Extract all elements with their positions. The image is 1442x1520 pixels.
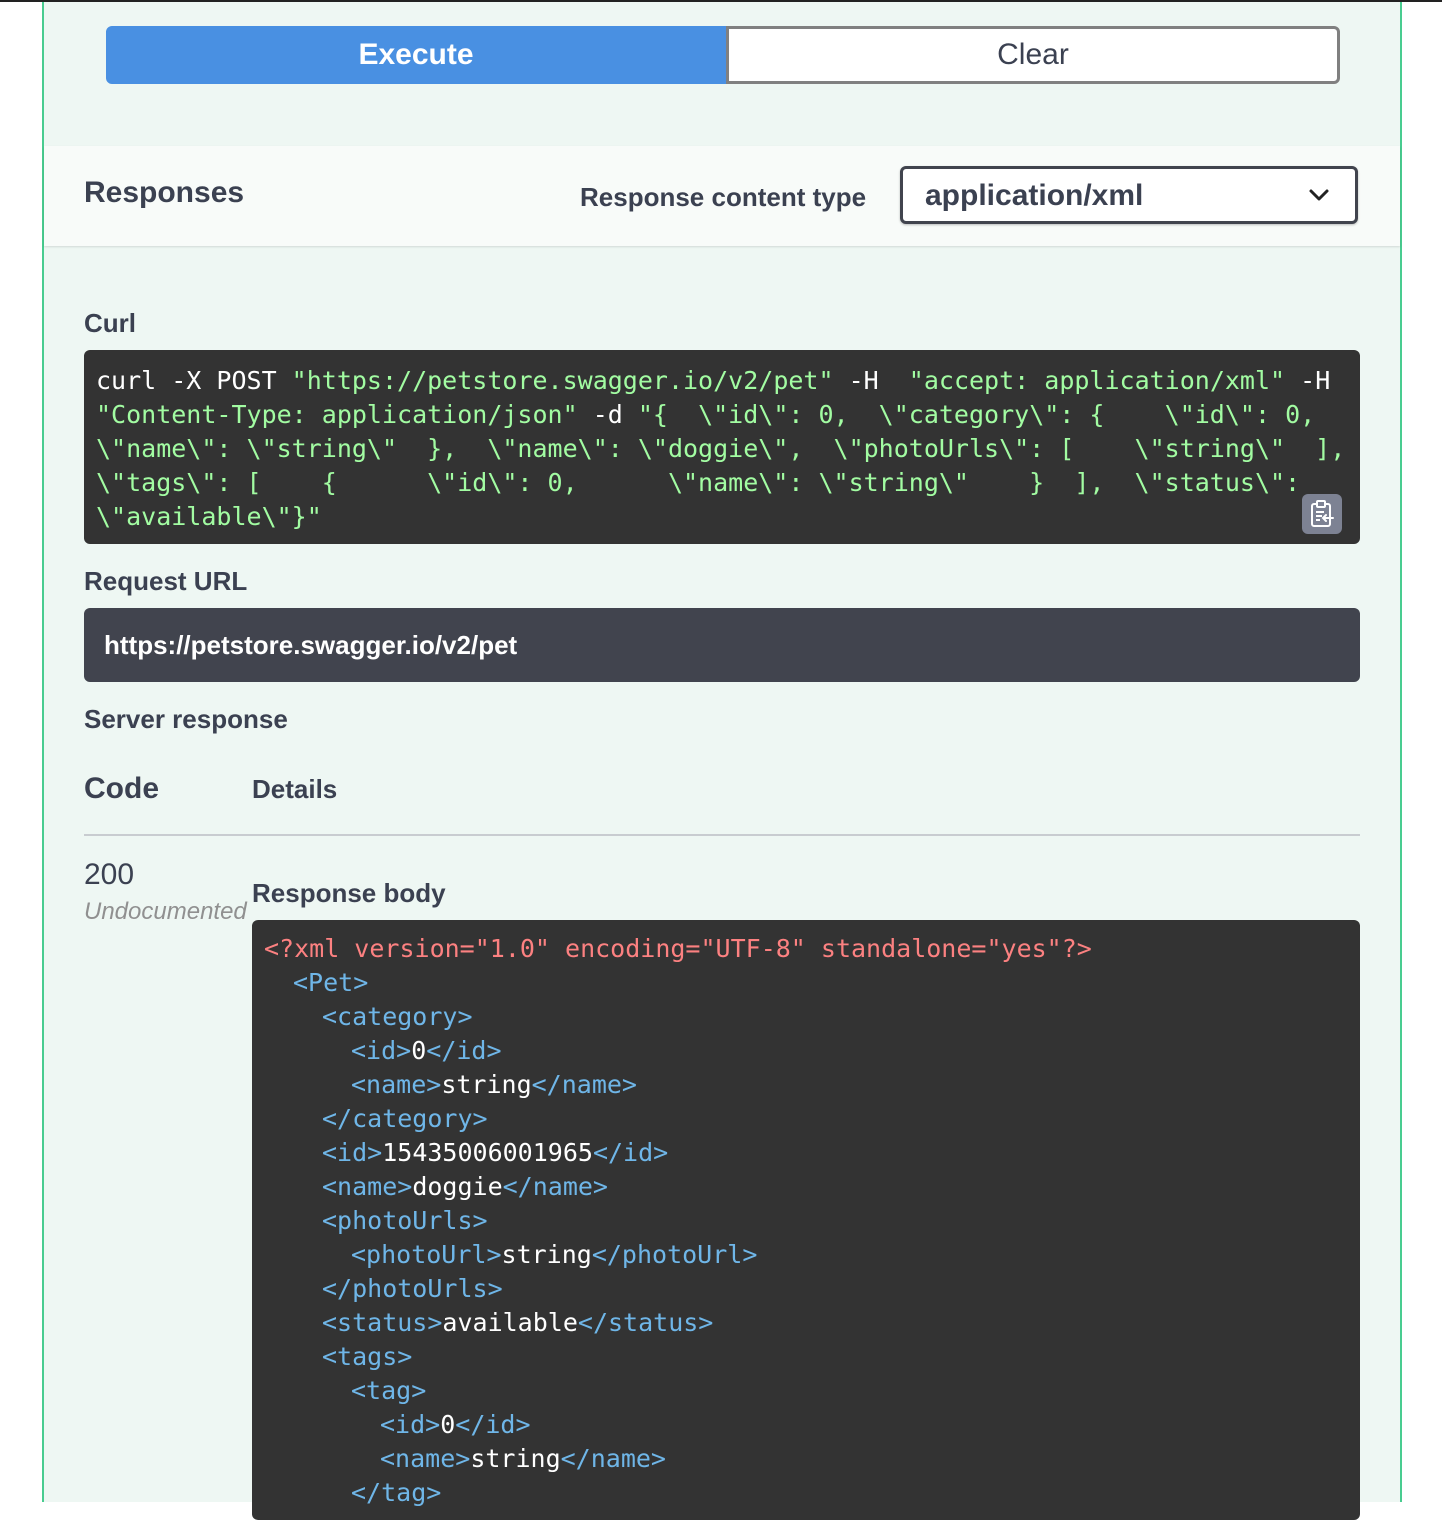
server-response-label: Server response bbox=[84, 704, 288, 734]
curl-token: \"name\": \"string\" }, \"name\": \"dogg… bbox=[96, 434, 1346, 463]
response-body-line: <name>string</name> bbox=[264, 1442, 1348, 1476]
xml-tag: </tag> bbox=[351, 1478, 442, 1507]
clipboard-copy-icon bbox=[1311, 500, 1334, 527]
xml-tag: <status> bbox=[322, 1308, 443, 1337]
response-body-line: </tag> bbox=[264, 1476, 1348, 1510]
xml-value: available bbox=[442, 1308, 578, 1337]
xml-tag: <photoUrl> bbox=[351, 1240, 502, 1269]
curl-token: "accept: application/xml" bbox=[893, 366, 1286, 395]
xml-tag: <id> bbox=[351, 1036, 412, 1065]
xml-value: 0 bbox=[440, 1410, 456, 1439]
execute-button[interactable]: Execute bbox=[106, 26, 726, 84]
response-body-line: <name>string</name> bbox=[264, 1068, 1348, 1102]
request-url-box[interactable]: https://petstore.swagger.io/v2/pet bbox=[84, 608, 1360, 682]
xml-tag: </name> bbox=[560, 1444, 666, 1473]
col-header-code: Code bbox=[84, 772, 159, 805]
xml-value: string bbox=[470, 1444, 561, 1473]
response-body-line: <id>15435006001965</id> bbox=[264, 1136, 1348, 1170]
response-content-type-label: Response content type bbox=[580, 182, 867, 212]
response-content-type-select[interactable]: application/xml bbox=[900, 166, 1358, 224]
xml-tag: </id> bbox=[426, 1036, 502, 1065]
curl-line: curl -X POST "https://petstore.swagger.i… bbox=[96, 364, 1348, 398]
execute-clear-group: Execute Clear bbox=[106, 26, 1340, 84]
xml-value: doggie bbox=[412, 1172, 503, 1201]
xml-tag: <Pet> bbox=[293, 968, 369, 997]
xml-tag: <id> bbox=[322, 1138, 383, 1167]
response-body-line: <photoUrls> bbox=[264, 1204, 1348, 1238]
curl-command: curl -X POST "https://petstore.swagger.i… bbox=[96, 364, 1348, 534]
operation-panel: Execute Clear Responses Response content… bbox=[42, 2, 1402, 1520]
curl-token: \"available\"}" bbox=[96, 502, 322, 531]
xml-tag: </id> bbox=[592, 1138, 669, 1167]
response-body-block[interactable]: <?xml version="1.0" encoding="UTF-8" sta… bbox=[252, 920, 1360, 1520]
xml-tag: </photoUrl> bbox=[591, 1240, 758, 1269]
responses-header: Responses Response content type applicat… bbox=[44, 146, 1400, 246]
curl-line: \"name\": \"string\" }, \"name\": \"dogg… bbox=[96, 432, 1348, 466]
clear-button[interactable]: Clear bbox=[726, 26, 1340, 84]
response-body-line: </photoUrls> bbox=[264, 1272, 1348, 1306]
chevron-down-icon bbox=[1309, 189, 1329, 201]
request-url-label: Request URL bbox=[84, 566, 248, 596]
xml-tag: <?xml version="1.0" encoding="UTF-8" sta… bbox=[264, 934, 1092, 963]
response-status-code: 200 bbox=[84, 858, 135, 891]
response-body-line: <photoUrl>string</photoUrl> bbox=[264, 1238, 1348, 1272]
xml-tag: <tag> bbox=[351, 1376, 427, 1405]
response-undocumented-note: Undocumented bbox=[84, 898, 247, 925]
curl-line: \"tags\": [ { \"id\": 0, \"name\": \"str… bbox=[96, 466, 1348, 500]
xml-tag: </name> bbox=[531, 1070, 637, 1099]
curl-token: "https://petstore.swagger.io/v2/pet" bbox=[291, 366, 834, 395]
col-header-details: Details bbox=[252, 774, 338, 804]
curl-token: "{ \"id\": 0, \"category\": { \"id\": 0, bbox=[637, 400, 1316, 429]
xml-tag: </category> bbox=[322, 1104, 488, 1133]
xml-tag: </id> bbox=[455, 1410, 531, 1439]
response-body-line: <tags> bbox=[264, 1340, 1348, 1374]
response-body-line: <id>0</id> bbox=[264, 1408, 1348, 1442]
curl-line: \"available\"}" bbox=[96, 500, 1348, 534]
xml-value: 0 bbox=[411, 1036, 427, 1065]
response-body-line: <category> bbox=[264, 1000, 1348, 1034]
response-body-line: </category> bbox=[264, 1102, 1348, 1136]
responses-title: Responses bbox=[84, 176, 245, 209]
xml-value: string bbox=[441, 1070, 532, 1099]
xml-tag: <name> bbox=[380, 1444, 471, 1473]
response-content-type-value: application/xml bbox=[925, 179, 1144, 212]
response-body-line: <name>doggie</name> bbox=[264, 1170, 1348, 1204]
xml-tag: <name> bbox=[322, 1172, 413, 1201]
curl-line: "Content-Type: application/json" -d "{ \… bbox=[96, 398, 1348, 432]
xml-tag: </status> bbox=[577, 1308, 714, 1337]
xml-tag: <photoUrls> bbox=[322, 1206, 488, 1235]
response-body-line: <id>0</id> bbox=[264, 1034, 1348, 1068]
curl-token: curl -X POST bbox=[96, 366, 292, 395]
response-body-line: <tag> bbox=[264, 1374, 1348, 1408]
curl-code-block[interactable]: curl -X POST "https://petstore.swagger.i… bbox=[84, 350, 1360, 544]
curl-token: "Content-Type: application/json" bbox=[96, 400, 578, 429]
curl-token: \"tags\": [ { \"id\": 0, \"name\": \"str… bbox=[96, 468, 1301, 497]
curl-label: Curl bbox=[84, 308, 136, 338]
xml-tag: <tags> bbox=[322, 1342, 413, 1371]
xml-value: 15435006001965 bbox=[382, 1138, 593, 1167]
xml-tag: <id> bbox=[380, 1410, 441, 1439]
response-body-line: <status>available</status> bbox=[264, 1306, 1348, 1340]
response-body-line: <?xml version="1.0" encoding="UTF-8" sta… bbox=[264, 932, 1348, 966]
request-url-value: https://petstore.swagger.io/v2/pet bbox=[104, 629, 518, 660]
xml-tag: <category> bbox=[322, 1002, 473, 1031]
xml-tag: </name> bbox=[502, 1172, 608, 1201]
xml-tag: </photoUrls> bbox=[322, 1274, 503, 1303]
response-body-content: <?xml version="1.0" encoding="UTF-8" sta… bbox=[264, 932, 1348, 1510]
xml-tag: <name> bbox=[351, 1070, 442, 1099]
curl-token: -H bbox=[1285, 366, 1331, 395]
xml-value: string bbox=[501, 1240, 592, 1269]
copy-to-clipboard-button[interactable] bbox=[1302, 494, 1342, 534]
response-body-line: <Pet> bbox=[264, 966, 1348, 1000]
response-body-label: Response body bbox=[252, 878, 446, 908]
table-divider bbox=[84, 834, 1360, 836]
curl-token: -d bbox=[577, 400, 638, 429]
curl-token: -H bbox=[833, 366, 894, 395]
